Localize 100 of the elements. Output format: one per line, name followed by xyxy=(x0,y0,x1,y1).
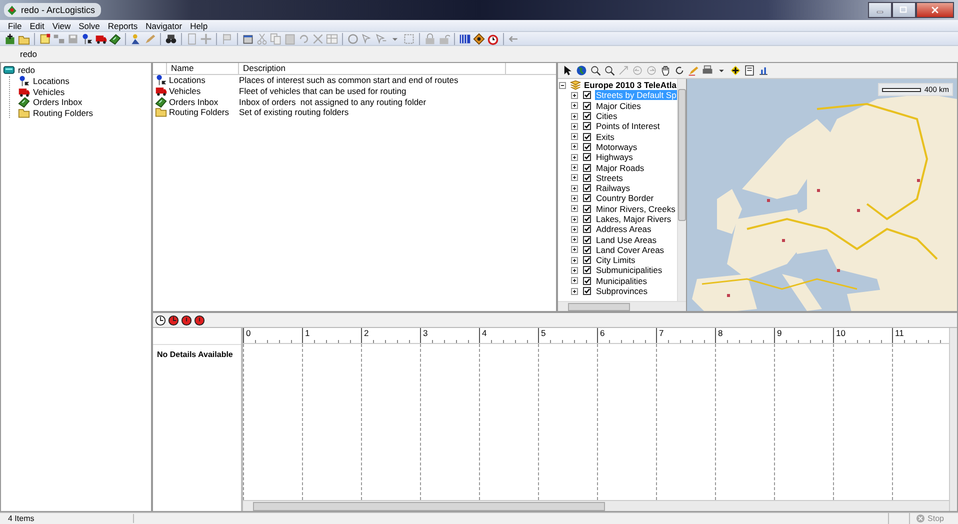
layer-item[interactable]: Highways xyxy=(595,152,634,162)
diamond-icon[interactable] xyxy=(473,32,485,44)
checked-checkbox[interactable] xyxy=(582,142,592,152)
folder-icon[interactable] xyxy=(18,107,30,120)
checked-checkbox[interactable] xyxy=(582,90,592,100)
checked-checkbox[interactable] xyxy=(582,204,592,214)
scrollbar[interactable] xyxy=(677,79,686,301)
menu-item[interactable]: View xyxy=(48,20,75,30)
checked-checkbox[interactable] xyxy=(582,111,592,122)
layer-item[interactable]: City Limits xyxy=(595,255,636,266)
checked-checkbox[interactable] xyxy=(582,224,592,234)
tree-item[interactable]: redo xyxy=(18,65,36,76)
truck-icon[interactable] xyxy=(18,86,30,98)
stop-icon[interactable] xyxy=(194,314,205,326)
book-icon[interactable] xyxy=(109,32,121,44)
layer-item[interactable]: Motorways xyxy=(595,142,638,152)
checked-checkbox[interactable] xyxy=(582,255,592,266)
checked-checkbox[interactable] xyxy=(582,100,592,111)
checked-checkbox[interactable] xyxy=(582,172,592,183)
menu-item[interactable]: File xyxy=(4,20,26,30)
hand-icon[interactable] xyxy=(660,65,671,76)
pin-icon[interactable] xyxy=(18,75,30,88)
item-name[interactable]: Orders Inbox xyxy=(167,96,239,107)
checked-checkbox[interactable] xyxy=(582,183,592,194)
item-name[interactable]: Locations xyxy=(167,75,239,86)
layer-item[interactable]: Land Cover Areas xyxy=(595,244,666,255)
page-icon[interactable] xyxy=(744,65,755,76)
menu-item[interactable]: Edit xyxy=(26,20,48,30)
scrollbar[interactable] xyxy=(949,328,957,511)
clock-icon[interactable] xyxy=(168,314,179,326)
layer-item[interactable]: Major Cities xyxy=(595,100,642,111)
book-icon[interactable] xyxy=(18,96,30,108)
drive-icon[interactable] xyxy=(3,64,15,76)
note-icon[interactable] xyxy=(39,32,51,44)
checked-checkbox[interactable] xyxy=(582,121,592,132)
checked-checkbox[interactable] xyxy=(582,265,592,276)
pin-icon[interactable] xyxy=(81,32,93,44)
checked-checkbox[interactable] xyxy=(582,276,592,286)
pencil-icon[interactable] xyxy=(688,65,699,76)
globe-icon[interactable] xyxy=(576,65,587,76)
properties-icon[interactable] xyxy=(242,32,254,44)
item-name[interactable]: Vehicles xyxy=(167,86,239,96)
plus-icon[interactable] xyxy=(730,65,741,76)
printer-icon[interactable] xyxy=(702,65,713,76)
minimize-button[interactable] xyxy=(868,2,892,18)
tree-item[interactable]: Locations xyxy=(33,76,70,86)
checked-checkbox[interactable] xyxy=(582,244,592,255)
bars-icon[interactable] xyxy=(459,32,471,44)
layer-item[interactable]: Cities xyxy=(595,111,618,122)
tick-label: 5 xyxy=(541,328,546,338)
layer-item[interactable]: Submunicipalities xyxy=(595,265,664,276)
checked-checkbox[interactable] xyxy=(582,132,592,142)
checked-checkbox[interactable] xyxy=(582,234,592,245)
breadcrumb[interactable]: redo xyxy=(20,49,38,59)
chart-icon[interactable] xyxy=(758,65,769,76)
tree-item[interactable]: Vehicles xyxy=(33,86,65,97)
layer-item[interactable]: Streets xyxy=(595,172,624,183)
menu-item[interactable]: Reports xyxy=(104,20,142,30)
layer-item[interactable]: Major Roads xyxy=(595,162,646,173)
layer-item[interactable]: Country Border xyxy=(595,193,655,204)
zoom-out-icon[interactable] xyxy=(604,65,615,76)
pointer-icon[interactable] xyxy=(562,65,573,76)
checked-checkbox[interactable] xyxy=(582,286,592,296)
refresh-icon[interactable] xyxy=(674,65,685,76)
item-name[interactable]: Routing Folders xyxy=(167,107,239,118)
layer-item[interactable]: Subprovinces xyxy=(595,286,649,296)
person-icon[interactable] xyxy=(130,32,142,44)
layer-item[interactable]: Railways xyxy=(595,183,632,194)
clipboard-icon[interactable] xyxy=(284,32,296,44)
tree-item[interactable]: Orders Inbox xyxy=(33,97,82,108)
scrollbar[interactable] xyxy=(243,500,949,511)
add-icon[interactable] xyxy=(4,32,16,44)
column-header[interactable]: Name xyxy=(167,63,239,74)
layer-item[interactable]: Exits xyxy=(595,132,616,142)
scrollbar[interactable] xyxy=(558,301,686,311)
checked-checkbox[interactable] xyxy=(582,193,592,204)
menu-item[interactable]: Navigator xyxy=(142,20,186,30)
checked-checkbox[interactable] xyxy=(582,162,592,173)
binoculars-icon[interactable] xyxy=(165,32,177,44)
maximize-button[interactable] xyxy=(892,2,916,18)
close-button[interactable] xyxy=(916,2,954,18)
tiles-icon[interactable] xyxy=(53,32,65,44)
menu-item[interactable]: Help xyxy=(186,20,212,30)
truck-icon[interactable] xyxy=(95,32,107,44)
tree-item[interactable]: Routing Folders xyxy=(33,108,94,118)
layer-item[interactable]: Lakes, Major Rivers xyxy=(595,214,672,224)
checked-checkbox[interactable] xyxy=(582,152,592,162)
layer-item[interactable]: Minor Rivers, Creeks xyxy=(595,204,676,214)
layer-item[interactable]: Address Areas xyxy=(595,224,652,234)
menu-item[interactable]: Solve xyxy=(74,20,104,30)
collapse-icon[interactable] xyxy=(558,80,567,90)
zoom-in-icon[interactable] xyxy=(590,65,601,76)
layer-item[interactable]: Municipalities xyxy=(595,276,648,286)
layer-item[interactable]: Land Use Areas xyxy=(595,234,658,245)
clock-icon[interactable] xyxy=(155,314,166,326)
layer-group[interactable]: Europe 2010 3 TeleAtla xyxy=(584,80,676,90)
tick-label: 6 xyxy=(600,328,605,338)
layer-item[interactable]: Points of Interest xyxy=(595,121,661,132)
column-header[interactable]: Description xyxy=(239,63,506,74)
checked-checkbox[interactable] xyxy=(582,214,592,224)
